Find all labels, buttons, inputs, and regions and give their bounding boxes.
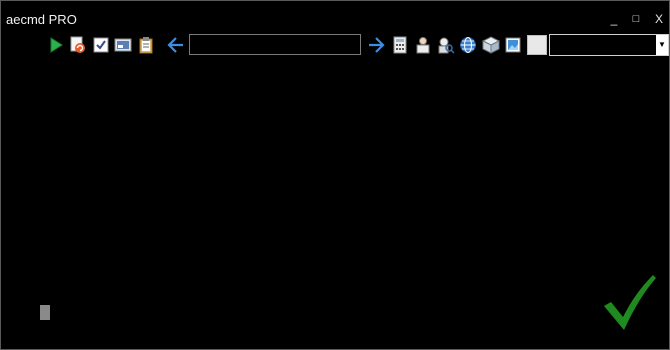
text-cursor (40, 305, 50, 320)
close-button[interactable]: X (649, 9, 669, 29)
command-dropdown[interactable]: ▼ (549, 34, 669, 56)
chevron-down-icon[interactable]: ▼ (656, 35, 668, 55)
forward-arrow-icon[interactable] (367, 36, 385, 54)
minimize-button[interactable]: _ (604, 9, 624, 29)
checkbox-icon[interactable] (92, 36, 110, 54)
calculator-icon[interactable] (391, 36, 409, 54)
user-icon[interactable] (414, 36, 432, 54)
back-arrow-icon[interactable] (167, 36, 185, 54)
app-window: aecmd PRO _ □ X ▼ (0, 0, 670, 350)
address-input[interactable] (189, 34, 361, 55)
window-title: aecmd PRO (6, 12, 77, 27)
search-user-icon[interactable] (437, 36, 455, 54)
refresh-icon[interactable] (69, 36, 87, 54)
color-swatch-button[interactable] (527, 35, 547, 55)
toolbar: ▼ (1, 34, 669, 56)
package-icon[interactable] (482, 36, 500, 54)
maximize-button[interactable]: □ (626, 9, 646, 29)
title-bar[interactable]: aecmd PRO _ □ X (1, 1, 669, 33)
screen-icon[interactable] (114, 36, 132, 54)
run-icon[interactable] (47, 36, 65, 54)
clipboard-icon[interactable] (137, 36, 155, 54)
checkmark-icon (604, 275, 656, 330)
image-icon[interactable] (504, 36, 522, 54)
globe-icon[interactable] (459, 36, 477, 54)
